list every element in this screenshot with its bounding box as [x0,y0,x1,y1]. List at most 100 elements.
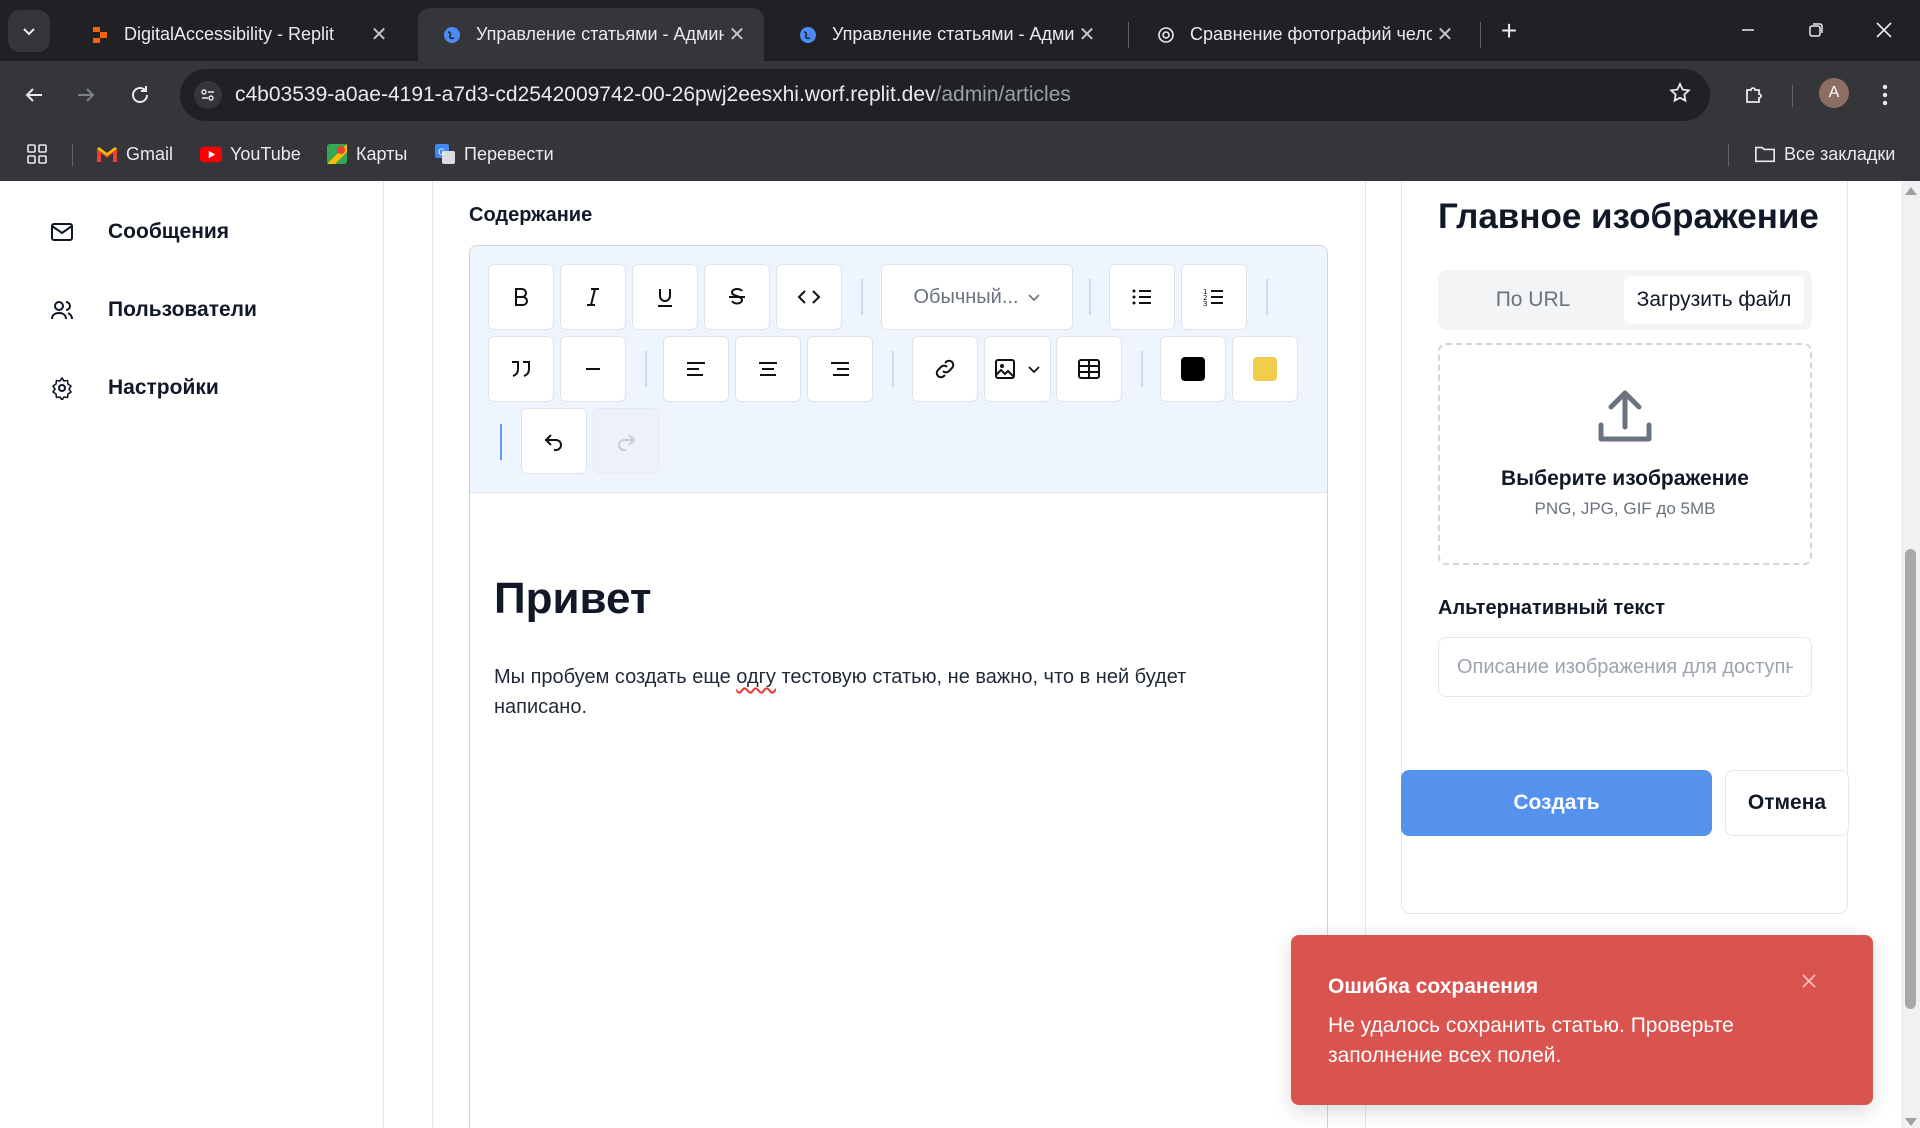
align-right-icon [831,362,849,376]
tab-upload-file[interactable]: Загрузить файл [1624,276,1804,324]
restore-icon [1809,23,1823,37]
tab-photo-compare[interactable]: Сравнение фотографий челов ✕ [1132,8,1472,61]
admin-sidebar: Сообщения Пользователи Настройки [0,181,384,1128]
underline-button[interactable] [632,264,698,330]
align-center-button[interactable] [735,336,801,402]
toolbar-divider [1089,279,1091,315]
tab-articles-active[interactable]: Управление статьями - Админ ✕ [418,8,764,61]
url-path: /admin/articles [935,83,1071,106]
bullet-list-button[interactable] [1109,264,1175,330]
ordered-list-button[interactable]: 123 [1181,264,1247,330]
create-button[interactable]: Создать [1401,770,1712,836]
chevron-down-icon [23,28,35,36]
site-info-icon[interactable] [194,81,222,109]
italic-icon [587,288,599,306]
undo-button[interactable] [521,408,587,474]
close-icon[interactable]: ✕ [1074,22,1100,48]
bookmark-gmail[interactable]: Gmail [96,139,173,169]
upload-icon [1440,385,1810,449]
close-icon[interactable]: ✕ [1432,22,1458,48]
content-label: Содержание [469,204,593,226]
alt-text-label: Альтернативный текст [1438,597,1666,619]
reload-button[interactable] [120,75,160,115]
all-bookmarks[interactable]: Все закладки [1754,139,1895,169]
all-bookmarks-label: Все закладки [1784,143,1896,164]
bold-button[interactable] [488,264,554,330]
reload-icon [132,86,148,103]
address-bar[interactable]: c4b03539-a0ae-4191-a7d3-cd2542009742-00-… [180,69,1710,121]
new-tab-button[interactable]: + [1492,14,1526,48]
blockquote-button[interactable] [488,336,554,402]
sidebar-item-users[interactable]: Пользователи [48,286,257,334]
replit-icon [90,25,110,45]
upload-hint: PNG, JPG, GIF до 5MB [1534,499,1716,518]
arrow-left-icon [25,88,42,102]
bookmarks-bar: Gmail YouTube Карты G Перевести Все закл [0,127,1920,181]
code-button[interactable] [776,264,842,330]
tab-search-button[interactable] [8,10,50,52]
align-right-button[interactable] [807,336,873,402]
restore-button[interactable] [1788,8,1844,52]
more-menu-icon[interactable] [1870,75,1900,115]
tab-title: DigitalAccessibility - Replit [124,24,335,44]
sidebar-item-label: Настройки [108,376,219,399]
page-content: Сообщения Пользователи Настройки Содержа… [0,181,1920,1128]
redo-icon [618,434,636,451]
profile-avatar[interactable]: A [1819,78,1849,108]
tab-articles[interactable]: Управление статьями - Админ ✕ [774,8,1114,61]
close-icon[interactable] [1797,969,1821,993]
image-dropzone[interactable]: Выберите изображение PNG, JPG, GIF до 5M… [1438,343,1812,565]
close-icon[interactable]: ✕ [724,22,750,48]
sidebar-item-label: Пользователи [108,298,257,321]
toolbar-divider [861,279,863,315]
forward-button[interactable] [66,75,106,115]
editor-content-area[interactable]: Привет Мы пробуем создать еще одгу тесто… [494,506,1294,722]
code-icon [797,290,821,304]
redo-button[interactable] [593,408,659,474]
minimize-icon [1742,29,1754,31]
scrollbar-thumb[interactable] [1905,549,1916,1009]
scroll-up-icon[interactable] [1905,187,1917,195]
minimize-button[interactable] [1720,8,1776,52]
bookmark-star-icon[interactable] [1668,81,1692,110]
sidebar-item-label: Сообщения [108,220,230,243]
link-button[interactable] [912,336,978,402]
page-scrollbar[interactable] [1901,181,1920,1128]
tab-by-url[interactable]: По URL [1438,276,1628,324]
horizontal-rule-button[interactable] [560,336,626,402]
toast-title: Ошибка сохранения [1328,975,1539,998]
openai-icon [1156,25,1176,45]
back-button[interactable] [14,75,54,115]
strikethrough-button[interactable] [704,264,770,330]
gmail-icon [96,143,118,165]
align-left-button[interactable] [663,336,729,402]
toolbar-divider [645,351,647,387]
block-type-select[interactable]: Обычный... [881,264,1073,330]
sidebar-item-settings[interactable]: Настройки [48,364,219,412]
table-icon [1078,359,1100,379]
insert-image-button[interactable] [984,336,1051,402]
cancel-button[interactable]: Отмена [1725,770,1849,836]
svg-text:G: G [438,148,445,158]
window-close-button[interactable] [1856,8,1912,52]
apps-grid-icon[interactable] [26,139,48,169]
sidebar-item-messages[interactable]: Сообщения [48,208,229,256]
bookmark-maps[interactable]: Карты [326,139,407,169]
bookmark-translate[interactable]: G Перевести [434,139,554,169]
tab-replit[interactable]: DigitalAccessibility - Replit ✕ [66,8,406,61]
rich-text-editor: Обычный... 123 Привет Мы пробуем создать… [469,245,1328,1128]
italic-button[interactable] [560,264,626,330]
extensions-button[interactable] [1734,75,1774,115]
scroll-down-icon[interactable] [1905,1118,1917,1126]
highlight-color-swatch [1253,357,1277,381]
text-color-button[interactable] [1160,336,1226,402]
highlight-color-button[interactable] [1232,336,1298,402]
insert-table-button[interactable] [1056,336,1122,402]
align-center-icon [759,362,777,376]
bookmark-youtube[interactable]: YouTube [200,139,301,169]
text-color-swatch [1181,357,1205,381]
tab-strip: DigitalAccessibility - Replit ✕ Управлен… [0,0,1920,61]
main-image-title: Главное изображение [1438,197,1819,236]
alt-text-input[interactable] [1438,637,1812,697]
close-icon[interactable]: ✕ [366,22,392,48]
